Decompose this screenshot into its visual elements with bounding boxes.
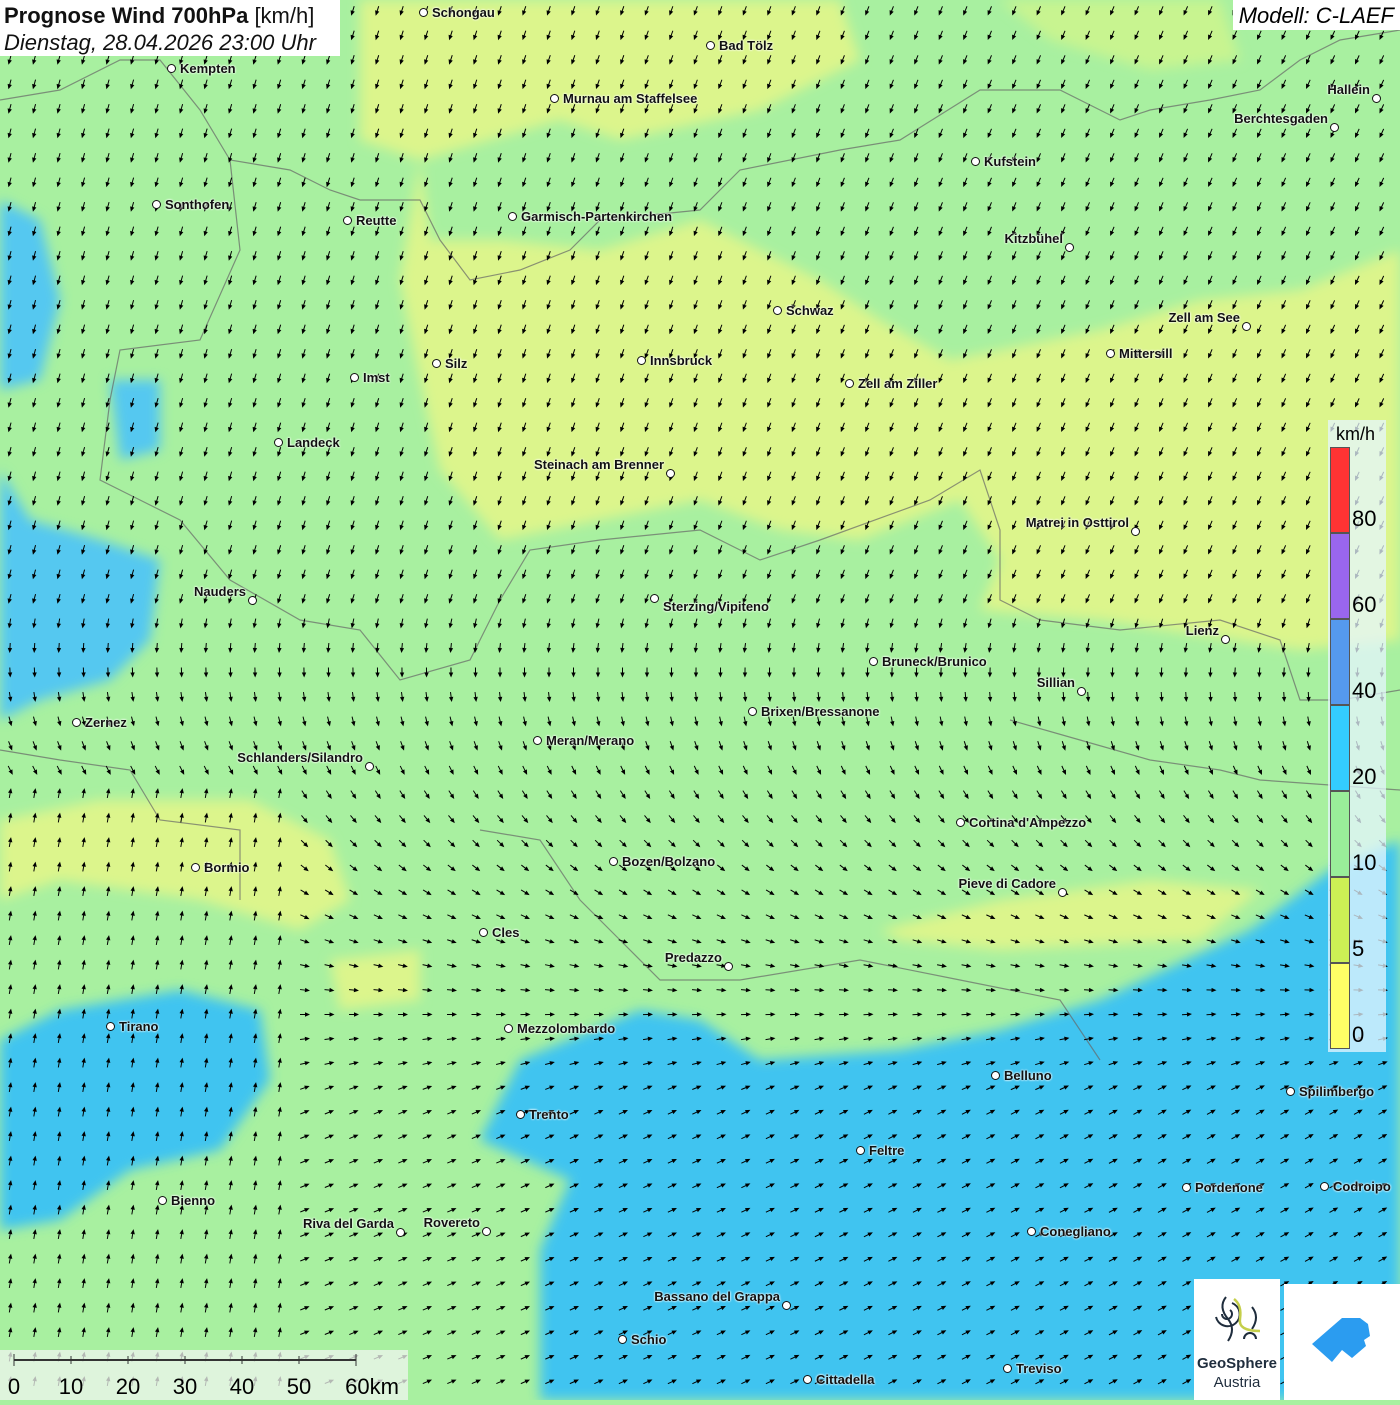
yellow-zone-patch <box>330 950 420 1010</box>
